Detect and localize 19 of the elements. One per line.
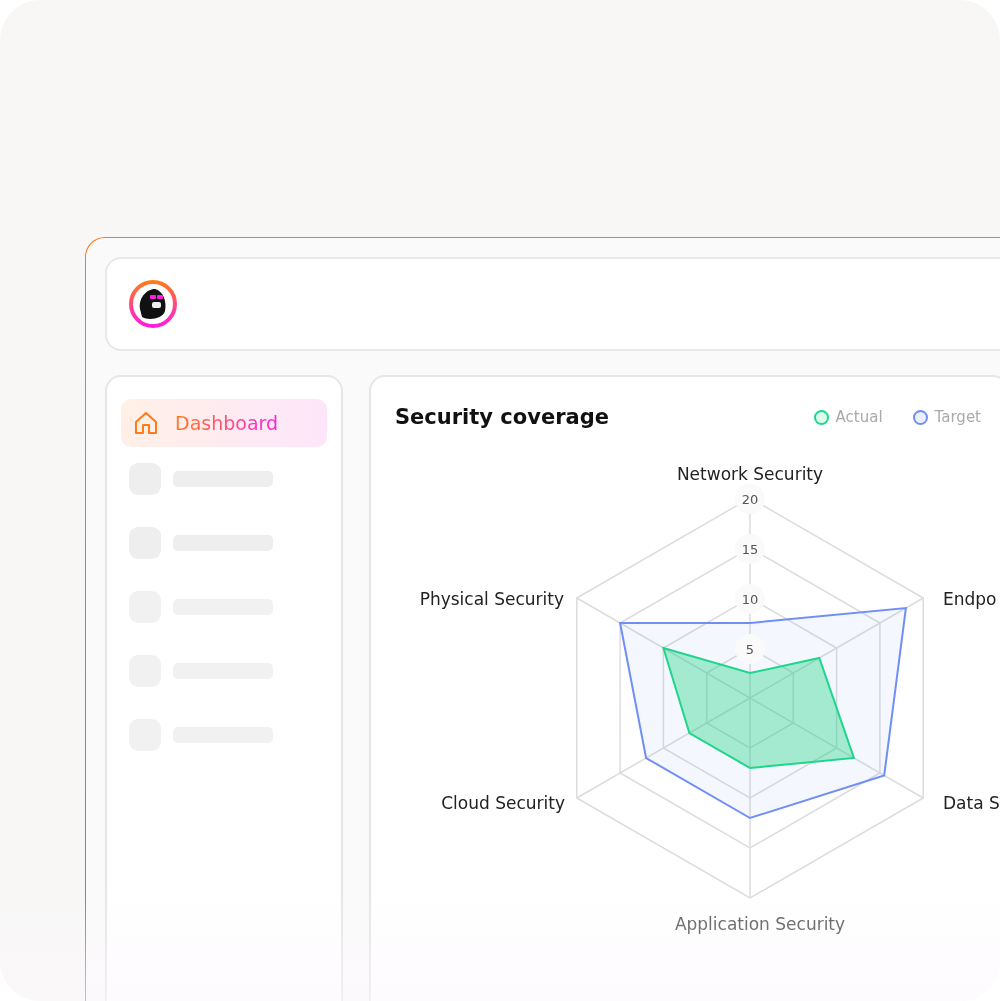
sidebar-item[interactable]: Dashboard xyxy=(121,399,327,447)
y-tick-label: 10 xyxy=(741,592,759,607)
y-tick-label: 15 xyxy=(741,542,759,557)
tick-label: 5 xyxy=(735,634,765,664)
legend-label: Actual xyxy=(835,408,883,426)
axis-label: Cloud Security xyxy=(441,793,565,813)
axis-label: Endpo xyxy=(943,589,997,609)
logo-icon xyxy=(128,279,178,329)
tick-label: 15 xyxy=(735,534,765,564)
y-tick-label: 20 xyxy=(741,492,759,507)
axis-label: Network Security xyxy=(676,464,824,484)
card-title: Security coverage xyxy=(395,405,609,429)
tick-label: 10 xyxy=(735,584,765,614)
axis-label: Data S xyxy=(943,793,1000,813)
legend-label: Target xyxy=(934,408,981,426)
axis-label: Application Security xyxy=(674,914,846,934)
y-tick-label: 5 xyxy=(745,642,755,657)
axis-label: Physical Security xyxy=(419,589,564,609)
home-icon xyxy=(133,410,159,436)
